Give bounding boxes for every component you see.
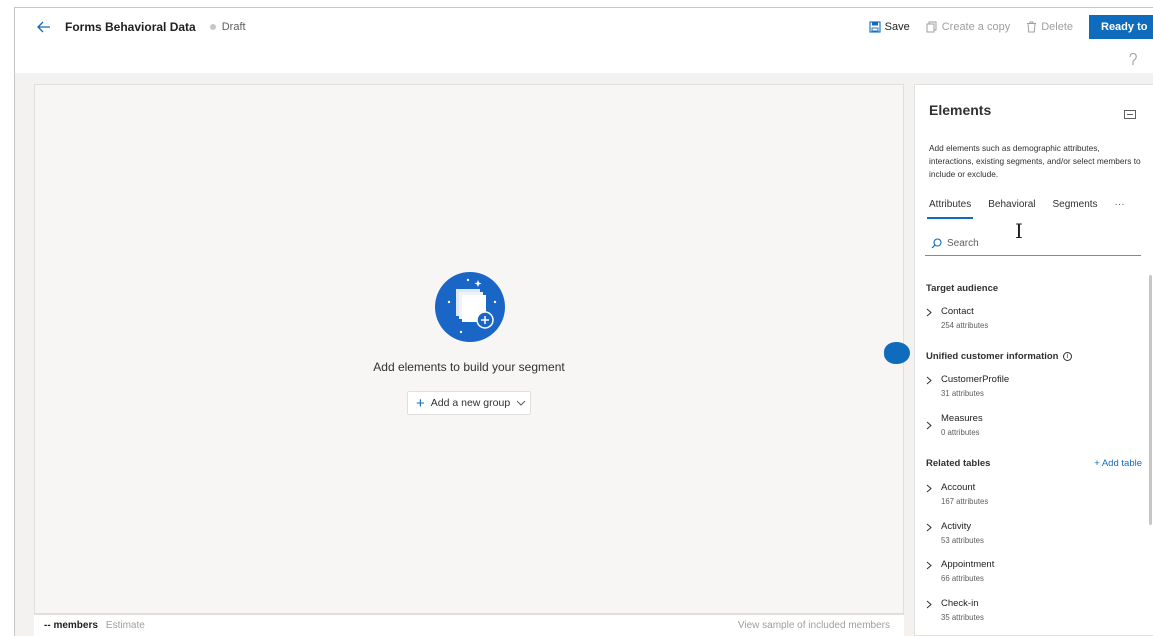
view-sample-link[interactable]: View sample of included members	[738, 620, 890, 631]
estimate-link[interactable]: Estimate	[106, 620, 145, 631]
item-attribute-count: 167 attributes	[941, 497, 989, 506]
plus-icon: +	[416, 394, 425, 412]
add-new-group-label: Add a new group	[430, 397, 511, 409]
members-footer: -- members Estimate View sample of inclu…	[34, 614, 904, 636]
create-copy-button[interactable]: Create a copy	[926, 21, 1010, 33]
item-attribute-count: 53 attributes	[941, 536, 984, 545]
command-bar: Forms Behavioral Data Draft Save Create …	[14, 7, 1153, 45]
chevron-right-icon	[926, 561, 932, 570]
add-elements-icon	[447, 278, 497, 334]
collapse-panel-icon	[1124, 110, 1136, 119]
chevron-right-icon	[926, 421, 932, 430]
delete-label: Delete	[1041, 21, 1073, 33]
sub-toolbar	[14, 45, 1153, 73]
item-attribute-count: 66 attributes	[941, 574, 984, 583]
section-unified-customer: Unified customer information i	[926, 351, 1073, 362]
add-new-group-button[interactable]: + Add a new group	[407, 391, 531, 415]
members-count: -- members	[44, 620, 98, 631]
item-attribute-count: 35 attributes	[941, 613, 984, 622]
add-table-link[interactable]: + Add table	[1094, 458, 1142, 469]
tab-behavioral[interactable]: Behavioral	[988, 199, 1035, 221]
segment-canvas: Add elements to build your segment + Add…	[34, 84, 904, 614]
undo-button[interactable]	[1127, 52, 1139, 71]
back-arrow-icon	[37, 21, 50, 32]
tab-more[interactable]: ···	[1115, 199, 1125, 221]
add-elements-illustration	[435, 272, 505, 342]
empty-state-message: Add elements to build your segment	[373, 360, 565, 374]
item-name: Activity	[941, 521, 972, 532]
panel-title: Elements	[929, 102, 992, 118]
back-button[interactable]	[29, 9, 59, 45]
element-tabs: Attributes Behavioral Segments ···	[926, 199, 1149, 221]
list-item-check-in[interactable]: Check-in 35 attributes	[926, 598, 1126, 628]
section-target-audience: Target audience	[926, 283, 999, 294]
item-name: Measures	[941, 413, 983, 424]
status-label: Draft	[221, 20, 246, 33]
collapse-panel-button[interactable]	[1124, 106, 1136, 124]
save-icon	[869, 21, 881, 33]
chevron-right-icon	[926, 600, 932, 609]
section-related-tables: Related tables	[926, 458, 991, 469]
delete-icon	[1027, 21, 1037, 33]
chevron-right-icon	[926, 523, 932, 532]
list-item-contact[interactable]: Contact 254 attributes	[926, 306, 1126, 336]
item-name: Contact	[941, 306, 974, 317]
item-attribute-count: 31 attributes	[941, 389, 984, 398]
item-attribute-count: 0 attributes	[941, 428, 980, 437]
delete-button[interactable]: Delete	[1026, 21, 1073, 33]
text-cursor-icon: I	[1015, 219, 1023, 243]
item-name: CustomerProfile	[941, 374, 1010, 385]
list-item-account[interactable]: Account 167 attributes	[926, 482, 1126, 512]
item-name: Appointment	[941, 559, 995, 570]
list-item-activity[interactable]: Activity 53 attributes	[926, 521, 1126, 551]
tab-attributes[interactable]: Attributes	[926, 199, 974, 221]
section-title: Unified customer information	[926, 351, 1059, 362]
workspace: Add elements to build your segment + Add…	[14, 73, 1153, 636]
search-icon	[931, 238, 942, 249]
search-input[interactable]: Search	[925, 232, 1141, 256]
list-item-measures[interactable]: Measures 0 attributes	[926, 413, 1126, 443]
chevron-right-icon	[926, 484, 932, 493]
chevron-right-icon	[926, 376, 932, 385]
status-dot	[209, 23, 216, 30]
save-label: Save	[884, 21, 910, 33]
chevron-right-icon	[926, 308, 932, 317]
search-placeholder: Search	[947, 238, 979, 249]
panel-description: Add elements such as demographic attribu…	[929, 143, 1141, 179]
create-copy-label: Create a copy	[941, 21, 1011, 33]
command-group: Save Create a copy Delete Ready to	[869, 8, 1153, 46]
item-attribute-count: 254 attributes	[941, 321, 989, 330]
undo-icon	[1129, 52, 1137, 65]
ready-to-use-button[interactable]: Ready to	[1089, 15, 1153, 39]
item-name: Account	[941, 482, 976, 493]
tab-segments[interactable]: Segments	[1053, 199, 1098, 221]
list-item-customerprofile[interactable]: CustomerProfile 31 attributes	[926, 374, 1126, 404]
ready-label: Ready to	[1101, 21, 1148, 33]
item-name: Check-in	[941, 598, 979, 609]
info-icon[interactable]: i	[1063, 352, 1073, 361]
chevron-down-icon	[516, 400, 526, 406]
save-button[interactable]: Save	[869, 21, 910, 33]
elements-panel: Elements Add elements such as demographi…	[914, 84, 1153, 636]
drag-handle[interactable]	[884, 342, 910, 364]
copy-icon	[926, 21, 937, 33]
panel-scrollbar[interactable]	[1149, 275, 1152, 525]
page-title: Forms Behavioral Data	[65, 19, 196, 34]
list-item-appointment[interactable]: Appointment 66 attributes	[926, 559, 1126, 589]
